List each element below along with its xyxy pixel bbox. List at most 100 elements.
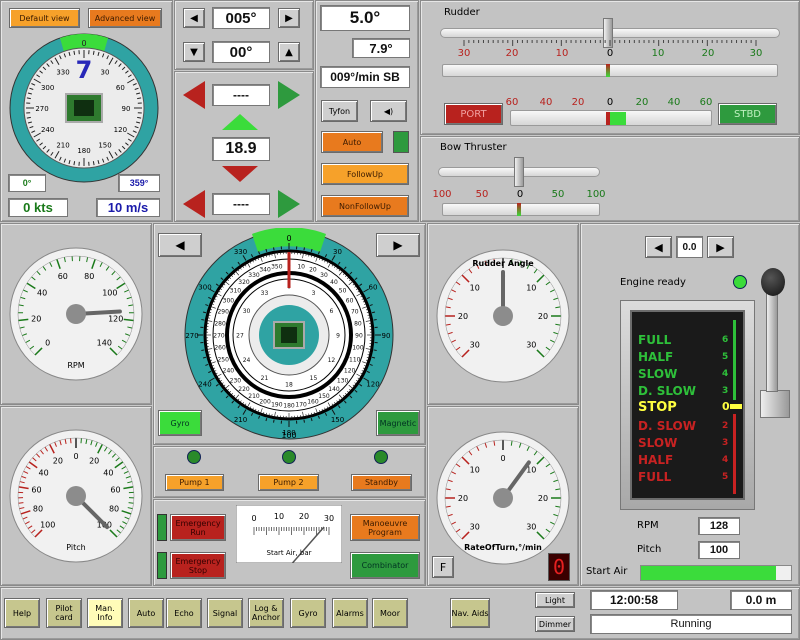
nav-button-gyro[interactable]: Gyro bbox=[290, 598, 326, 628]
telegraph-ahead-num: 6 bbox=[722, 335, 729, 345]
telegraph-stop-num: 0 bbox=[722, 400, 730, 413]
rate-display: 18.9 bbox=[212, 137, 270, 161]
bow-indicator-bar bbox=[442, 203, 600, 216]
nav-aids-button[interactable]: Nav. Aids bbox=[450, 598, 490, 628]
port-arrow-bottom[interactable] bbox=[183, 190, 205, 218]
emergency-run-button[interactable]: Emergency Run bbox=[170, 514, 226, 541]
telegraph-rpm-label: RPM bbox=[637, 520, 659, 531]
pump1-button[interactable]: Pump 1 bbox=[165, 474, 224, 491]
svg-text:30: 30 bbox=[243, 308, 251, 315]
svg-text:33: 33 bbox=[261, 290, 269, 297]
heading-increase-button[interactable]: ▶ bbox=[278, 8, 300, 28]
increase-arrow[interactable] bbox=[222, 114, 258, 130]
lock-up-button[interactable]: ▲ bbox=[278, 42, 300, 62]
standby-led bbox=[374, 450, 388, 464]
svg-text:190: 190 bbox=[271, 401, 283, 408]
svg-text:220: 220 bbox=[238, 386, 250, 393]
svg-text:300: 300 bbox=[223, 298, 235, 305]
rudder-scale2-label: 60 bbox=[700, 97, 713, 108]
bow-slider-thumb[interactable] bbox=[514, 157, 524, 187]
svg-text:290: 290 bbox=[217, 309, 229, 316]
svg-text:130: 130 bbox=[337, 377, 349, 384]
light-button[interactable]: Light bbox=[535, 592, 575, 608]
small-compass-tick: 330 bbox=[56, 69, 69, 77]
telegraph-knob[interactable] bbox=[761, 268, 785, 296]
telegraph-astern-num: 5 bbox=[722, 472, 729, 482]
rpm-gauge-tick: 80 bbox=[84, 272, 94, 281]
heading-decrease-button[interactable]: ◀ bbox=[183, 8, 205, 28]
svg-text:40: 40 bbox=[330, 279, 338, 286]
svg-text:350: 350 bbox=[271, 264, 283, 271]
start-air-gauge-label: Start Air, bar bbox=[267, 549, 312, 557]
combinator-button[interactable]: Combinator bbox=[350, 552, 420, 579]
main-compass-outer-label: 210 bbox=[234, 416, 247, 424]
svg-text:180: 180 bbox=[283, 403, 295, 410]
svg-text:210: 210 bbox=[248, 393, 260, 400]
magnetic-mode-button[interactable]: Magnetic bbox=[376, 410, 420, 436]
default-view-button[interactable]: Default view bbox=[9, 8, 80, 28]
rot-gauge-tick: 30 bbox=[526, 522, 536, 531]
main-compass-outer-label: 150 bbox=[331, 416, 344, 424]
auto-mode-button[interactable]: Auto bbox=[321, 131, 383, 153]
nonfollowup-mode-button[interactable]: NonFollowUp bbox=[321, 195, 409, 217]
nav-button-help[interactable]: Help bbox=[4, 598, 40, 628]
advanced-view-button[interactable]: Advanced view bbox=[88, 8, 162, 28]
telegraph-ahead-num: 4 bbox=[722, 369, 729, 379]
telegraph-decrease-button[interactable]: ◀ bbox=[645, 236, 672, 258]
decrease-arrow[interactable] bbox=[222, 166, 258, 182]
rpm-gauge-tick: 40 bbox=[37, 289, 47, 298]
nav-button-man-info[interactable]: Man. Info bbox=[87, 598, 123, 628]
pump2-led bbox=[282, 450, 296, 464]
nav-button-moor[interactable]: Moor bbox=[372, 598, 408, 628]
nav-button-alarms[interactable]: Alarms bbox=[332, 598, 368, 628]
svg-text:340: 340 bbox=[259, 267, 271, 274]
f-button[interactable]: F bbox=[432, 556, 454, 578]
telegraph-increase-button[interactable]: ▶ bbox=[707, 236, 734, 258]
pitch-gauge-tick: 80 bbox=[33, 504, 43, 513]
nav-button-pilot-card[interactable]: Pilot card bbox=[46, 598, 82, 628]
port-button[interactable]: PORT bbox=[444, 103, 503, 125]
telegraph-ahead-num: 3 bbox=[722, 386, 729, 396]
lock-down-button[interactable]: ▼ bbox=[183, 42, 205, 62]
pump2-button[interactable]: Pump 2 bbox=[258, 474, 319, 491]
speed-readout: 0 kts bbox=[8, 198, 68, 217]
nav-button-echo[interactable]: Echo bbox=[166, 598, 202, 628]
nav-button-auto[interactable]: Auto bbox=[128, 598, 164, 628]
svg-text:140: 140 bbox=[328, 386, 340, 393]
svg-text:9: 9 bbox=[336, 333, 340, 340]
gyro-mode-button[interactable]: Gyro bbox=[158, 410, 202, 436]
telegraph-pitch-label: Pitch bbox=[637, 544, 662, 555]
rot-gauge: 3020100102030 RateOfTurn,°/min bbox=[436, 431, 570, 565]
main-compass-outer-label: 60 bbox=[369, 284, 378, 292]
rudder-angle-gauge-tick: 30 bbox=[526, 340, 536, 349]
rpm-gauge-tick: 100 bbox=[102, 289, 117, 298]
bow-scale: 100 50 0 50 100 bbox=[432, 189, 605, 200]
tyfon-button[interactable]: Tyfon bbox=[321, 100, 358, 122]
rudder-order-stbd bbox=[610, 112, 626, 125]
bow-scale-label: 100 bbox=[432, 189, 451, 200]
horn-button[interactable]: ◀) bbox=[370, 100, 407, 122]
standby-button[interactable]: Standby bbox=[351, 474, 412, 491]
rpm-gauge-label: RPM bbox=[67, 361, 84, 370]
svg-text:30: 30 bbox=[320, 272, 328, 279]
emergency-stop-button[interactable]: Emergency Stop bbox=[170, 552, 226, 579]
main-compass-outer-label: 30 bbox=[333, 248, 342, 256]
stbd-button[interactable]: STBD bbox=[718, 103, 777, 125]
small-compass-top-label: 0 bbox=[81, 39, 86, 48]
svg-text:18: 18 bbox=[285, 382, 293, 389]
rot-sub-display: 7.9° bbox=[352, 38, 410, 58]
dimmer-button[interactable]: Dimmer bbox=[535, 616, 575, 632]
followup-mode-button[interactable]: FollowUp bbox=[321, 163, 409, 185]
small-compass-tick: 210 bbox=[56, 141, 69, 149]
stbd-arrow-top[interactable] bbox=[278, 81, 300, 109]
svg-text:20: 20 bbox=[309, 267, 317, 274]
rudder-scale2-label: 20 bbox=[572, 97, 585, 108]
port-arrow-top[interactable] bbox=[183, 81, 205, 109]
manoeuvre-program-button[interactable]: Manoeuvre Program bbox=[350, 514, 420, 541]
stbd-arrow-bottom[interactable] bbox=[278, 190, 300, 218]
nav-button-signal[interactable]: Signal bbox=[207, 598, 243, 628]
telegraph-astern-step: SLOW bbox=[638, 436, 678, 450]
course-readout-b: 359° bbox=[118, 174, 160, 192]
nav-button-log-anchor[interactable]: Log & Anchor bbox=[248, 598, 284, 628]
telegraph-lever[interactable] bbox=[766, 292, 778, 392]
